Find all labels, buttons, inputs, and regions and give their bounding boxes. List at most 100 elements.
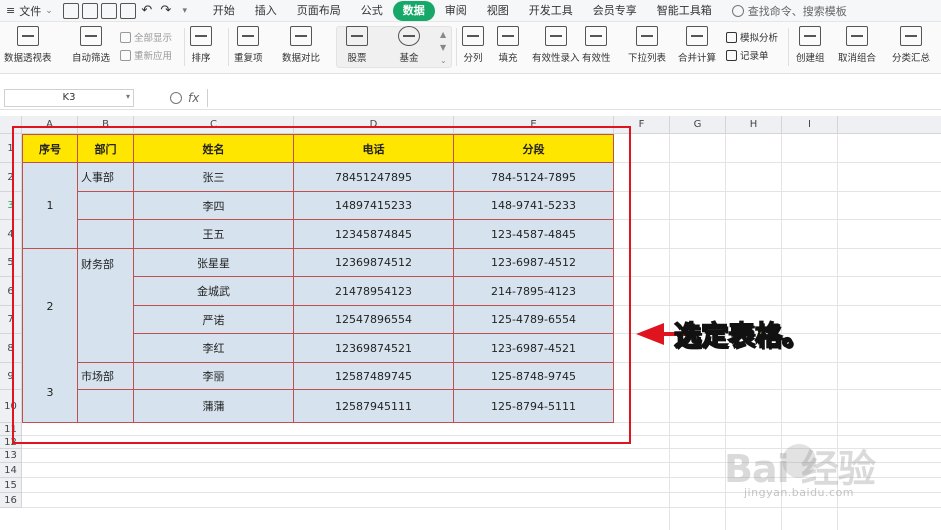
pivot-table-button[interactable]: 数据透视表 <box>4 26 52 64</box>
name-cell[interactable]: 李红 <box>134 334 294 363</box>
tab-data[interactable]: 数据 <box>392 0 435 21</box>
dept-cell-empty[interactable] <box>78 220 134 249</box>
dept-cell-empty[interactable] <box>78 277 134 306</box>
table-header-name[interactable]: 姓名 <box>134 134 294 163</box>
name-box-dropdown-icon[interactable]: ▾ <box>126 92 130 101</box>
validation-entry-button[interactable]: 有效性录入 <box>532 26 580 64</box>
tab-smart-toolbox[interactable]: 智能工具箱 <box>647 1 722 21</box>
dept-cell-empty[interactable] <box>78 306 134 334</box>
column-header-f[interactable]: F <box>614 116 670 134</box>
name-cell[interactable]: 蒲蒲 <box>134 390 294 423</box>
column-header-c[interactable]: C <box>134 116 294 134</box>
column-header-b[interactable]: B <box>78 116 134 134</box>
segment-cell[interactable]: 123-6987-4521 <box>454 334 614 363</box>
row-header[interactable]: 10 <box>0 390 22 423</box>
reapply-button[interactable]: 重新应用 <box>120 46 172 64</box>
row-header[interactable]: 5 <box>0 249 22 277</box>
segment-cell[interactable]: 214-7895-4123 <box>454 277 614 306</box>
tab-page-layout[interactable]: 页面布局 <box>287 1 351 21</box>
phone-cell[interactable]: 12587945111 <box>294 390 454 423</box>
seq-cell-group-3[interactable]: 3 <box>22 363 78 423</box>
phone-cell[interactable]: 78451247895 <box>294 163 454 192</box>
row-header[interactable]: 13 <box>0 449 22 463</box>
phone-cell[interactable]: 14897415233 <box>294 192 454 220</box>
column-header-i[interactable]: I <box>782 116 838 134</box>
name-cell[interactable]: 张三 <box>134 163 294 192</box>
phone-cell[interactable]: 21478954123 <box>294 277 454 306</box>
dropdown-list-button[interactable]: 下拉列表 <box>628 26 666 64</box>
consolidate-button[interactable]: 合并计算 <box>678 26 716 64</box>
fund-button[interactable]: 基金 <box>398 26 420 64</box>
row-header[interactable]: 9 <box>0 363 22 390</box>
tab-developer[interactable]: 开发工具 <box>519 1 583 21</box>
validity-button[interactable]: 有效性 <box>582 26 611 64</box>
column-header-h[interactable]: H <box>726 116 782 134</box>
column-header-a[interactable]: A <box>22 116 78 134</box>
name-cell[interactable]: 李四 <box>134 192 294 220</box>
tab-view[interactable]: 视图 <box>477 1 519 21</box>
tab-member[interactable]: 会员专享 <box>583 1 647 21</box>
row-header[interactable]: 7 <box>0 306 22 334</box>
name-cell[interactable]: 王五 <box>134 220 294 249</box>
phone-cell[interactable]: 12369874521 <box>294 334 454 363</box>
fx-icon[interactable]: fx <box>188 91 199 105</box>
row-header[interactable]: 11 <box>0 423 22 436</box>
row-header[interactable]: 6 <box>0 277 22 306</box>
dept-cell-hr[interactable]: 人事部 <box>78 163 134 192</box>
gallery-down-icon[interactable]: ▼ <box>440 41 447 54</box>
seq-cell-group-1[interactable]: 1 <box>22 163 78 249</box>
column-header-d[interactable]: D <box>294 116 454 134</box>
record-form-button[interactable]: 记录单 <box>726 46 778 64</box>
show-all-button[interactable]: 全部显示 <box>120 28 172 46</box>
gallery-expand-icon[interactable]: ⌄ <box>440 54 447 67</box>
dept-cell-marketing[interactable]: 市场部 <box>78 363 134 390</box>
simulation-button[interactable]: 模拟分析 <box>726 28 778 46</box>
row-header[interactable]: 2 <box>0 163 22 192</box>
row-header[interactable]: 16 <box>0 493 22 508</box>
segment-cell[interactable]: 123-6987-4512 <box>454 249 614 277</box>
tab-review[interactable]: 审阅 <box>435 1 477 21</box>
row-header[interactable]: 14 <box>0 463 22 478</box>
segment-cell[interactable]: 125-8748-9745 <box>454 363 614 390</box>
table-header-seq[interactable]: 序号 <box>22 134 78 163</box>
print-preview-icon[interactable] <box>119 2 136 19</box>
undo-icon[interactable]: ↶ <box>139 3 155 19</box>
phone-cell[interactable]: 12369874512 <box>294 249 454 277</box>
name-cell[interactable]: 严诺 <box>134 306 294 334</box>
seq-cell-group-2[interactable]: 2 <box>22 249 78 363</box>
export-pdf-icon[interactable] <box>81 2 98 19</box>
row-header[interactable]: 4 <box>0 220 22 249</box>
subtotal-button[interactable]: 分类汇总 <box>892 26 930 64</box>
zoom-icon[interactable] <box>170 91 182 104</box>
redo-icon[interactable]: ↷ <box>158 3 174 19</box>
name-box[interactable]: K3 ▾ <box>4 88 134 107</box>
dept-cell-empty[interactable] <box>78 390 134 423</box>
stock-button[interactable]: 股票 <box>346 26 368 64</box>
print-icon[interactable] <box>100 2 117 19</box>
column-header-e[interactable]: E <box>454 116 614 134</box>
gallery-scroll[interactable]: ▲ ▼ ⌄ <box>440 28 447 67</box>
phone-cell[interactable]: 12547896554 <box>294 306 454 334</box>
table-header-segment[interactable]: 分段 <box>454 134 614 163</box>
phone-cell[interactable]: 12587489745 <box>294 363 454 390</box>
tab-home[interactable]: 开始 <box>203 1 245 21</box>
command-search[interactable]: 查找命令、搜索模板 <box>731 3 847 19</box>
dept-cell-finance[interactable]: 财务部 <box>78 249 134 278</box>
segment-cell[interactable]: 125-4789-6554 <box>454 306 614 334</box>
table-header-dept[interactable]: 部门 <box>78 134 134 163</box>
tab-formulas[interactable]: 公式 <box>351 1 393 21</box>
fill-button[interactable]: 填充 <box>497 26 519 64</box>
name-cell[interactable]: 张星星 <box>134 249 294 277</box>
row-header[interactable]: 1 <box>0 134 22 163</box>
dept-cell-empty[interactable] <box>78 192 134 220</box>
compare-button[interactable]: 数据对比 <box>282 26 320 64</box>
split-column-button[interactable]: 分列 <box>462 26 484 64</box>
segment-cell[interactable]: 148-9741-5233 <box>454 192 614 220</box>
segment-cell[interactable]: 123-4587-4845 <box>454 220 614 249</box>
phone-cell[interactable]: 12345874845 <box>294 220 454 249</box>
file-menu[interactable]: ≡ 文件 ⌄ <box>0 0 59 22</box>
row-header-selected[interactable]: 3 <box>0 192 22 220</box>
save-icon[interactable] <box>62 2 79 19</box>
segment-cell[interactable]: 784-5124-7895 <box>454 163 614 192</box>
row-header[interactable]: 8 <box>0 334 22 363</box>
